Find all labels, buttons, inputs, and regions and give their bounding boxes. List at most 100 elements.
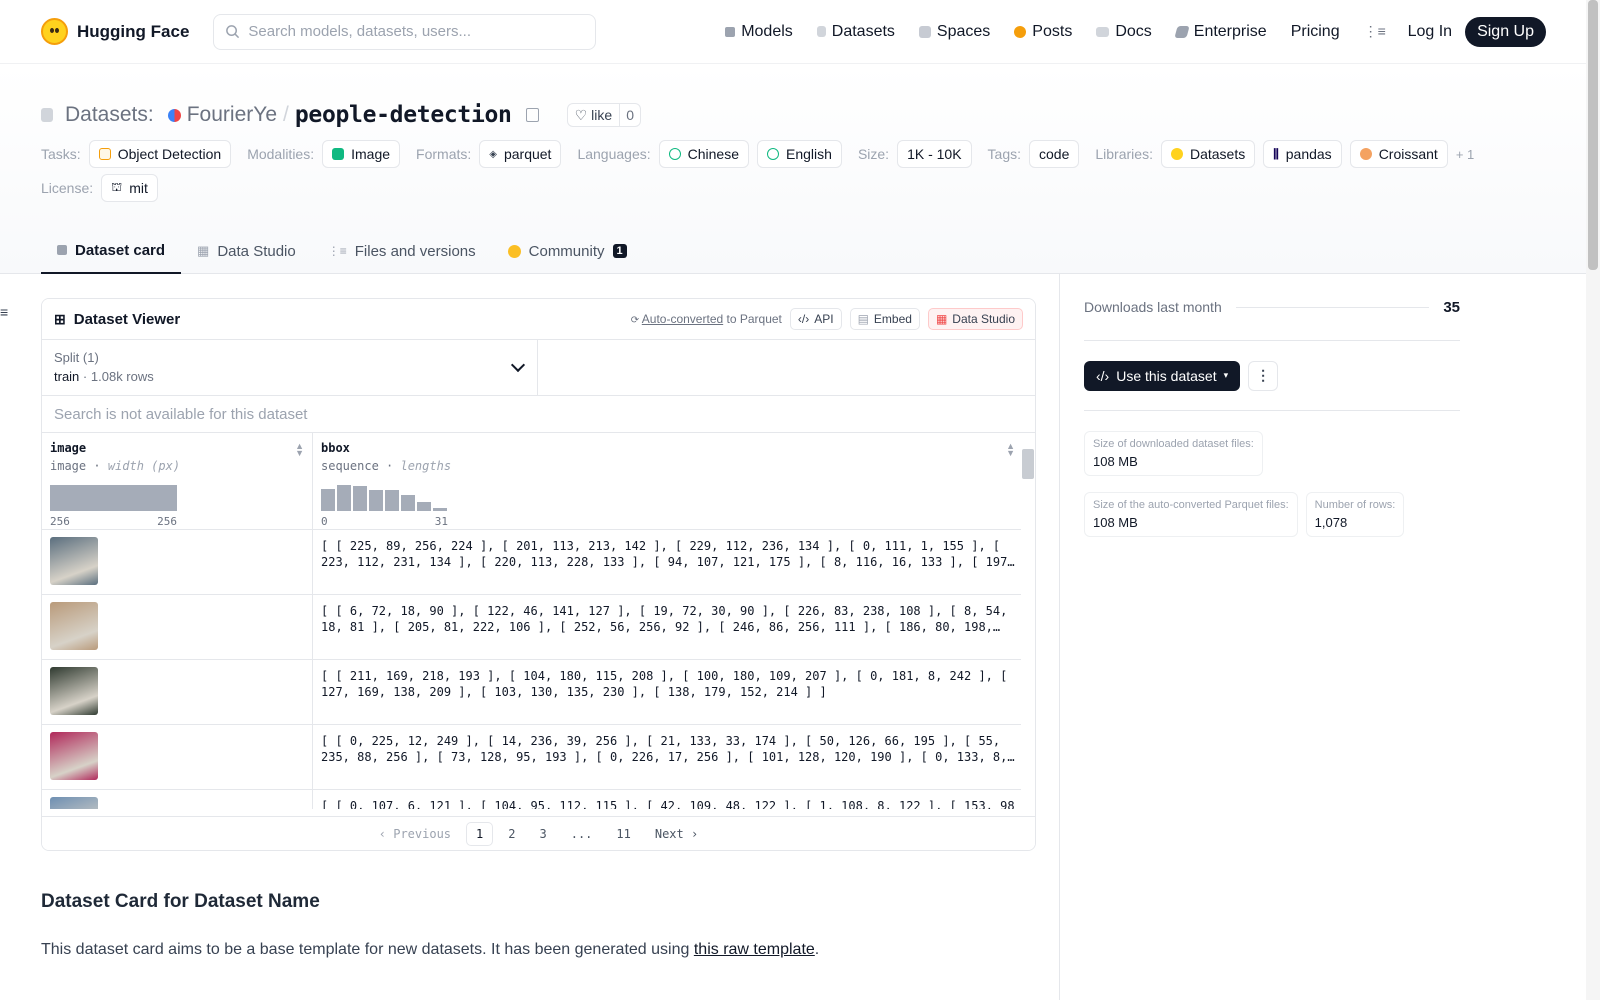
tag-english[interactable]: English — [757, 140, 842, 168]
tab-community[interactable]: Community 1 — [492, 228, 643, 274]
bbox-cell: [ [ 0, 107, 6, 121 ], [ 104, 95, 112, 11… — [313, 790, 1023, 809]
histogram-bar — [321, 489, 335, 511]
use-dataset-button[interactable]: ‹/› Use this dataset ▾ — [1084, 360, 1241, 391]
more-options-icon[interactable]: ⋮ — [1248, 360, 1279, 391]
tab-data-studio-label: Data Studio — [217, 242, 296, 260]
login-button[interactable]: Log In — [1408, 23, 1452, 41]
page-3[interactable]: 3 — [530, 823, 555, 845]
split-selector[interactable]: Split (1) train · 1.08k rows — [42, 340, 538, 395]
tag-parquet[interactable]: ◈ parquet — [479, 140, 562, 168]
tags-group: Tags: code — [988, 140, 1088, 168]
bbox-cell: [ [ 225, 89, 256, 224 ], [ 201, 113, 213… — [313, 530, 1023, 578]
left-column: ≡ ⊞ Dataset Viewer ⟳ Auto-converted to Pa… — [0, 274, 1060, 1000]
nav-enterprise[interactable]: Enterprise — [1174, 23, 1267, 41]
viewer-title-label: Dataset Viewer — [73, 310, 181, 328]
tab-dataset-card[interactable]: Dataset card — [41, 228, 182, 274]
bbox-value: [ [ 0, 107, 6, 121 ], [ 104, 95, 112, 11… — [321, 799, 1015, 809]
download-size-box: Size of downloaded dataset files: 108 MB — [1084, 431, 1263, 476]
prev-label: Previous — [393, 826, 452, 841]
sort-icon[interactable]: ▲ ▼ — [295, 442, 304, 458]
column-image-type-label: image — [50, 459, 87, 473]
column-bbox[interactable]: bbox sequence · lengths ▲ ▼ 0 31 — [313, 433, 1023, 529]
sort-icon[interactable]: ▲ ▼ — [1006, 442, 1015, 458]
dataset-icon — [41, 108, 53, 122]
card-text: This dataset card aims to be a base temp… — [41, 941, 694, 958]
search-box[interactable] — [213, 13, 597, 50]
image-thumbnail[interactable] — [50, 602, 98, 650]
more-libraries[interactable]: + 1 — [1456, 147, 1474, 162]
page-scrollbar-thumb[interactable] — [1588, 0, 1598, 270]
prev-page-button[interactable]: ‹ Previous — [370, 823, 460, 845]
org-link[interactable]: FourierYe — [187, 103, 277, 127]
signup-button[interactable]: Sign Up — [1465, 16, 1546, 47]
nav-models[interactable]: Models — [725, 23, 793, 41]
tag-pandas[interactable]: ⫼ pandas — [1263, 140, 1342, 168]
next-page-button[interactable]: Next › — [646, 823, 707, 845]
tab-files-label: Files and versions — [354, 242, 476, 260]
image-cell — [42, 595, 313, 659]
search-input[interactable] — [248, 23, 585, 40]
tag-row: Tasks: Object Detection Modalities: Imag… — [41, 140, 1559, 168]
table-row[interactable]: [ [ 0, 225, 12, 249 ], [ 14, 236, 39, 25… — [42, 725, 1035, 790]
raw-template-link[interactable]: this raw template — [694, 941, 815, 958]
nav-docs[interactable]: Docs — [1096, 23, 1152, 41]
tab-community-label: Community — [528, 242, 605, 260]
image-thumbnail[interactable] — [50, 732, 98, 780]
tag-license[interactable]: ⛫ mit — [101, 174, 158, 202]
column-bbox-type-label: sequence — [321, 459, 379, 473]
nav-pricing[interactable]: Pricing — [1291, 23, 1340, 41]
tag-image[interactable]: Image — [322, 140, 401, 168]
tag-croissant[interactable]: Croissant — [1349, 140, 1448, 168]
tag-object-detection[interactable]: Object Detection — [88, 140, 232, 168]
table-row[interactable]: [ [ 225, 89, 256, 224 ], [ 201, 113, 213… — [42, 530, 1035, 595]
auto-converted-link[interactable]: Auto-converted — [642, 312, 723, 326]
bbox-cell: [ [ 6, 72, 18, 90 ], [ 122, 46, 141, 127… — [313, 595, 1023, 643]
tag-chinese[interactable]: Chinese — [658, 140, 750, 168]
like-button[interactable]: ♡ like 0 — [566, 103, 641, 127]
image-thumbnail[interactable] — [50, 537, 98, 585]
community-count-badge: 1 — [612, 244, 627, 258]
page-scrollbar[interactable] — [1586, 0, 1600, 1000]
tag-datasets-lib[interactable]: Datasets — [1160, 140, 1256, 168]
nav-datasets[interactable]: Datasets — [816, 23, 895, 41]
bbox-hist-labels: 0 31 — [321, 515, 448, 528]
image-thumbnail[interactable] — [50, 667, 98, 715]
nav-pricing-label: Pricing — [1290, 22, 1340, 40]
rows-value: 1,078 — [1314, 515, 1348, 530]
top-nav: Hugging Face Models Datasets Spaces Post… — [0, 0, 1600, 64]
tab-data-studio[interactable]: ▦ Data Studio — [181, 228, 312, 274]
page-2[interactable]: 2 — [499, 823, 524, 845]
table-row[interactable]: [ [ 0, 107, 6, 121 ], [ 104, 95, 112, 11… — [42, 790, 1035, 809]
files-icon: ⋮≡ — [327, 244, 347, 258]
api-button[interactable]: ‹/› API — [789, 308, 842, 330]
dataset-header: Datasets: FourierYe / people-detection ♡… — [0, 64, 1600, 274]
copy-icon[interactable] — [525, 108, 539, 122]
dataset-name[interactable]: people-detection — [295, 102, 512, 128]
tag-size[interactable]: 1K - 10K — [897, 140, 972, 168]
data-studio-button[interactable]: ▦ Data Studio — [927, 308, 1023, 330]
breadcrumb-separator: / — [283, 103, 289, 126]
scrollbar-thumb[interactable] — [1022, 449, 1034, 479]
nav-spaces[interactable]: Spaces — [918, 23, 990, 41]
parquet-size-label: Size of the auto-converted Parquet files… — [1093, 499, 1289, 511]
tab-files[interactable]: ⋮≡ Files and versions — [312, 228, 492, 274]
table-row[interactable]: [ [ 211, 169, 218, 193 ], [ 104, 180, 11… — [42, 660, 1035, 725]
toc-toggle-icon[interactable]: ≡ — [0, 304, 8, 320]
table-scrollbar[interactable] — [1021, 433, 1035, 809]
tag-code[interactable]: code — [1029, 140, 1080, 168]
more-menu-icon[interactable]: ⋮≡ — [1364, 23, 1386, 40]
license-label: License: — [41, 180, 94, 196]
nav-links: Models Datasets Spaces Posts Docs Enterp… — [701, 0, 1546, 64]
embed-button[interactable]: ▤ Embed — [849, 308, 920, 330]
table-row[interactable]: [ [ 6, 72, 18, 90 ], [ 122, 46, 141, 127… — [42, 595, 1035, 660]
nav-posts[interactable]: Posts — [1014, 23, 1072, 41]
tab-dataset-card-label: Dataset card — [75, 241, 166, 259]
column-bbox-type: sequence · lengths — [321, 459, 452, 473]
parquet-size-value: 108 MB — [1093, 515, 1138, 530]
page-1[interactable]: 1 — [466, 821, 494, 846]
page-11[interactable]: 11 — [607, 823, 639, 845]
brand-logo[interactable]: Hugging Face — [41, 18, 189, 45]
column-image[interactable]: image image · width (px) ▲ ▼ 256 256 — [42, 433, 313, 529]
image-thumbnail[interactable] — [50, 797, 98, 809]
modalities-label: Modalities: — [247, 146, 315, 162]
